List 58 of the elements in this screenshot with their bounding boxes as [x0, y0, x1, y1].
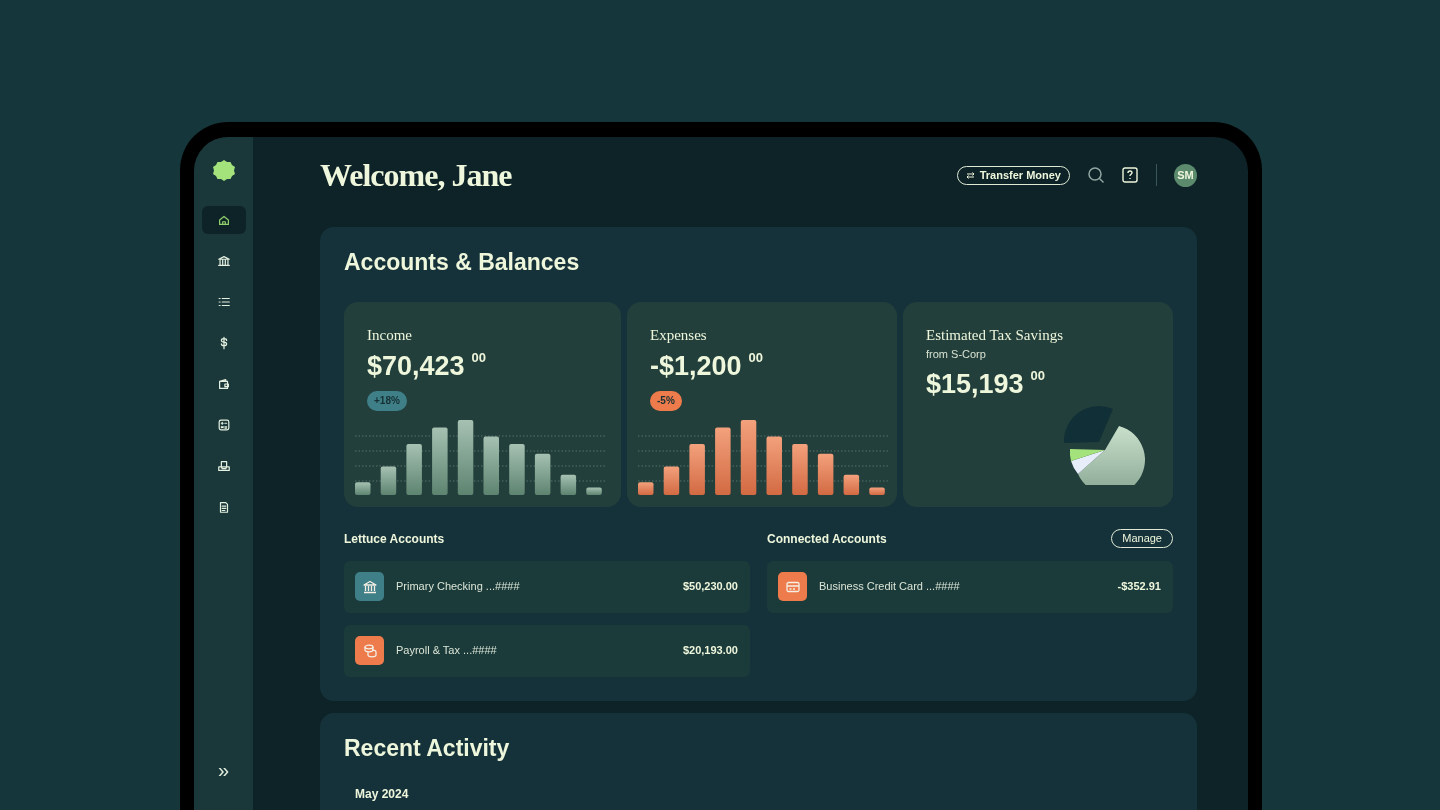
chart-bar [586, 487, 602, 495]
chart-bar [483, 436, 499, 495]
change-badge: +18% [367, 390, 407, 411]
chart-bar [432, 427, 448, 495]
cents: 00 [1030, 367, 1046, 385]
account-name: Business Credit Card ...#### [819, 579, 960, 595]
bank-icon [216, 254, 231, 268]
chart-bar [766, 436, 782, 495]
chart-bar [560, 474, 577, 495]
chart-bar [689, 443, 705, 495]
list-heading: Connected Accounts [767, 530, 887, 548]
account-name: Primary Checking ...#### [396, 579, 520, 595]
chart-bar [792, 443, 808, 495]
swap-arrows-icon [965, 171, 975, 179]
search-button[interactable] [1087, 166, 1105, 184]
chart-bar [509, 443, 525, 495]
section-title: Accounts & Balances [344, 248, 581, 277]
card-label: Income [367, 325, 413, 344]
section-title: Recent Activity [344, 733, 511, 763]
card-label: Estimated Tax Savings [926, 325, 1064, 344]
amount: $70,423 [367, 349, 465, 383]
month-label: May 2024 [355, 786, 410, 803]
chart-bar [663, 466, 680, 495]
account-balance: $20,193.00 [682, 643, 738, 659]
account-balance: -$352.91 [1117, 579, 1161, 595]
account-row[interactable]: Primary Checking ...#### $50,230.00 [344, 560, 750, 613]
sidebar-item[interactable] [201, 206, 246, 234]
amount: -$1,200 [650, 349, 742, 383]
chart-bar [715, 427, 731, 495]
cents: 00 [748, 348, 764, 367]
home-icon [216, 213, 231, 227]
chart-bar [817, 453, 834, 495]
chart-bar [380, 466, 397, 495]
inbox-icon [216, 459, 231, 473]
list-heading: Lettuce Accounts [344, 530, 445, 548]
account-row[interactable]: Payroll & Tax ...#### $20,193.00 [344, 624, 750, 677]
list-icon [216, 295, 231, 309]
chart-bar [355, 481, 371, 495]
chart-bar [406, 443, 422, 495]
welcome-heading: Welcome, Jane [320, 156, 512, 195]
wallet-icon [216, 377, 231, 391]
collapse-button[interactable]: » [217, 760, 230, 780]
chart-bar [843, 474, 860, 495]
cents: 00 [471, 348, 487, 367]
chart-bar [869, 487, 885, 495]
card-label: Expenses [650, 325, 708, 344]
amount: $15,193 [926, 368, 1024, 401]
calculator-icon [216, 418, 231, 432]
card-subtitle: from S-Corp [926, 346, 987, 362]
account-row[interactable]: Business Credit Card ...#### -$352.91 [767, 560, 1173, 613]
change-badge: -5% [650, 390, 682, 411]
chart-bar [534, 453, 551, 495]
account-balance: $50,230.00 [682, 579, 738, 595]
help-button[interactable] [1122, 167, 1138, 183]
account-name: Payroll & Tax ...#### [396, 643, 497, 659]
chart-bar [638, 481, 654, 495]
logo-icon[interactable] [211, 159, 236, 183]
avatar[interactable]: SM [1174, 163, 1197, 187]
